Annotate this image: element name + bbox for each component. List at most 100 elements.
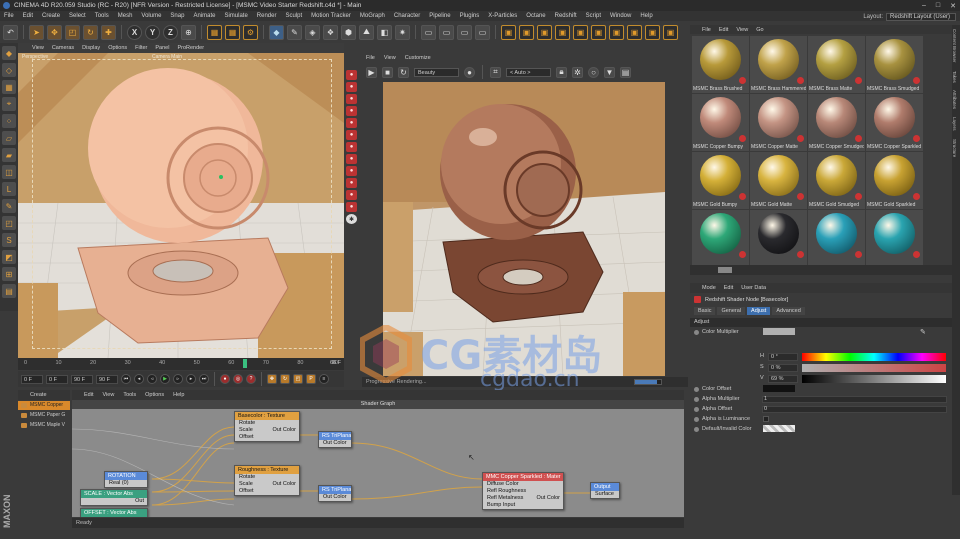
save-image-icon[interactable]: ▤ (620, 66, 631, 78)
aov-dropdown[interactable]: Beauty (414, 67, 459, 77)
basecolor-texture-node[interactable]: Basecolor : Texture Rotate Scale Out Colo… (234, 411, 300, 442)
collider-icon[interactable]: ▣ (573, 24, 588, 40)
min-frame-field[interactable]: 0 F (46, 374, 68, 384)
render-options-icon[interactable]: ● (464, 66, 475, 78)
rs-portal-icon[interactable]: ▭ (475, 24, 490, 40)
world-coord-icon[interactable]: ⊕ (181, 24, 196, 40)
deformer-icon[interactable]: ⬢ (341, 24, 356, 40)
vertical-tab-structure[interactable]: Structure (952, 135, 957, 161)
layout-selector[interactable]: Layout: Redshift Layout (User) (863, 12, 956, 21)
minimize-icon[interactable]: – (922, 2, 926, 9)
menu-item-edit[interactable]: Edit (23, 13, 33, 19)
node-input-rotate[interactable]: Rotate (235, 474, 299, 481)
node-output-label[interactable]: Out Color (319, 494, 351, 501)
axis-x-button[interactable]: X (127, 24, 142, 40)
cloner-icon[interactable]: ❖ (323, 24, 338, 40)
rotate-icon[interactable]: ↻ (83, 24, 98, 40)
subdivision-icon[interactable]: ◈ (305, 24, 320, 40)
max-frame-field[interactable]: 90 F (71, 374, 93, 384)
node-input-offset[interactable]: Offset (235, 434, 299, 441)
generator-icon[interactable]: ▣ (537, 24, 552, 40)
attribute-value-slider[interactable] (762, 396, 947, 403)
browser-menu-edit[interactable]: Edit (719, 27, 728, 33)
menu-item-tools[interactable]: Tools (95, 13, 109, 19)
menu-item-volume[interactable]: Volume (141, 13, 161, 19)
node-menu-options[interactable]: Options (145, 392, 164, 398)
polygons-mode-icon[interactable]: ▰ (2, 148, 16, 162)
rs-snapshot-icon[interactable]: ● (346, 94, 357, 104)
play-icon[interactable]: ▶ (160, 374, 170, 384)
menu-item-redshift[interactable]: Redshift (555, 13, 577, 19)
node-output-label[interactable]: Out Color (272, 481, 296, 488)
render-stop-icon[interactable]: ■ (382, 66, 393, 78)
rs-env-icon[interactable]: ● (346, 178, 357, 188)
hsv-gradient-slider[interactable] (802, 364, 946, 372)
material-thumbnail[interactable]: MSMC Copper Matte (750, 94, 807, 151)
material-scrollbar[interactable] (690, 265, 952, 275)
material-thumbnail[interactable] (808, 210, 865, 267)
viewport-menu-filter[interactable]: Filter (135, 45, 147, 51)
render-view-icon[interactable]: ▦ (207, 24, 222, 40)
close-icon[interactable]: ✕ (950, 2, 956, 10)
material-thumbnail[interactable]: MSMC Gold Smudged (808, 152, 865, 209)
zoom-dropdown[interactable]: < Auto > (506, 67, 551, 77)
menu-item-plugins[interactable]: Plugins (460, 13, 480, 19)
rs-light-icon[interactable]: ▭ (421, 24, 436, 40)
rs-area-icon[interactable]: ▭ (457, 24, 472, 40)
undo-icon[interactable]: ↶ (3, 24, 18, 40)
rs-light-tool-icon[interactable]: ● (346, 118, 357, 128)
viewport-menu-display[interactable]: Display (82, 45, 100, 51)
start-frame-field[interactable]: 0 F (21, 374, 43, 384)
render-refresh-icon[interactable]: ↻ (398, 66, 409, 78)
snap-icon[interactable]: S (2, 233, 16, 247)
menu-item-script[interactable]: Script (586, 13, 601, 19)
material-thumbnail[interactable] (750, 210, 807, 267)
output-node[interactable]: Output Surface (590, 482, 620, 499)
node-output-label[interactable]: Out Color (319, 440, 351, 447)
viewport[interactable]: Perspective Camera Main (18, 53, 344, 358)
node-input-surface[interactable]: Surface (591, 491, 619, 498)
attribute-value-slider[interactable] (762, 406, 947, 413)
menu-item-file[interactable]: File (4, 13, 14, 19)
menu-item-x-particles[interactable]: X-Particles (488, 13, 517, 19)
axis-z-button[interactable]: Z (163, 24, 178, 40)
menu-item-select[interactable]: Select (69, 13, 86, 19)
node-row-real[interactable]: Real (0) (105, 480, 147, 487)
move-icon[interactable]: ✥ (47, 24, 62, 40)
viewport-menu-cameras[interactable]: Cameras (52, 45, 74, 51)
render-play-icon[interactable]: ▶ (366, 66, 377, 78)
menu-item-window[interactable]: Window (610, 13, 631, 19)
object-manager-tab[interactable]: Create (18, 390, 70, 400)
triplanar-node-2[interactable]: RS TriPlanar Out Color (318, 485, 352, 502)
param-dot[interactable] (694, 387, 699, 392)
attr-menu-mode[interactable]: Mode (702, 285, 716, 291)
modifier-icon[interactable]: ▣ (555, 24, 570, 40)
layout-dropdown[interactable]: Redshift Layout (User) (886, 12, 956, 21)
light-icon[interactable]: ✷ (395, 24, 410, 40)
next-key-icon[interactable]: ▸ (186, 374, 196, 384)
menu-item-motion-tracker[interactable]: Motion Tracker (311, 13, 351, 19)
rs-object-icon[interactable]: ● (346, 202, 357, 212)
rs-settings-icon[interactable]: ✱ (346, 214, 357, 224)
node-input-rotate[interactable]: Rotate (235, 420, 299, 427)
rs-volume-icon[interactable]: ● (346, 154, 357, 164)
autokey-icon[interactable]: ◎ (233, 374, 243, 384)
material-thumbnail[interactable]: MSMC Copper Bumpy (692, 94, 749, 151)
hsv-value-field[interactable]: 0 % (768, 364, 798, 372)
question-icon[interactable]: ▣ (609, 24, 624, 40)
hsv-gradient-slider[interactable] (802, 375, 946, 383)
tab-adjust[interactable]: Adjust (747, 307, 771, 315)
menu-item-animate[interactable]: Animate (193, 13, 215, 19)
param-dot[interactable] (694, 397, 699, 402)
material-thumbnail[interactable]: MSMC Brass Smudged (866, 36, 923, 93)
scale-vector-node[interactable]: SCALE : Vector Abs Out (80, 489, 148, 506)
node-input-scale[interactable]: Scale Out Color (235, 481, 299, 488)
attr-menu-user-data[interactable]: User Data (741, 285, 766, 291)
material-thumbnail[interactable]: MSMC Brass Matte (808, 36, 865, 93)
lock-icon[interactable]: 🔒︎ (556, 66, 567, 78)
keyframe-selection-icon[interactable]: ? (246, 374, 256, 384)
param-dot[interactable] (694, 417, 699, 422)
snowflake-icon[interactable]: ✲ (572, 66, 583, 78)
material-thumbnail[interactable]: MSMC Copper Smudged (808, 94, 865, 151)
object-list-item[interactable]: MSMC Paper G (18, 411, 70, 420)
